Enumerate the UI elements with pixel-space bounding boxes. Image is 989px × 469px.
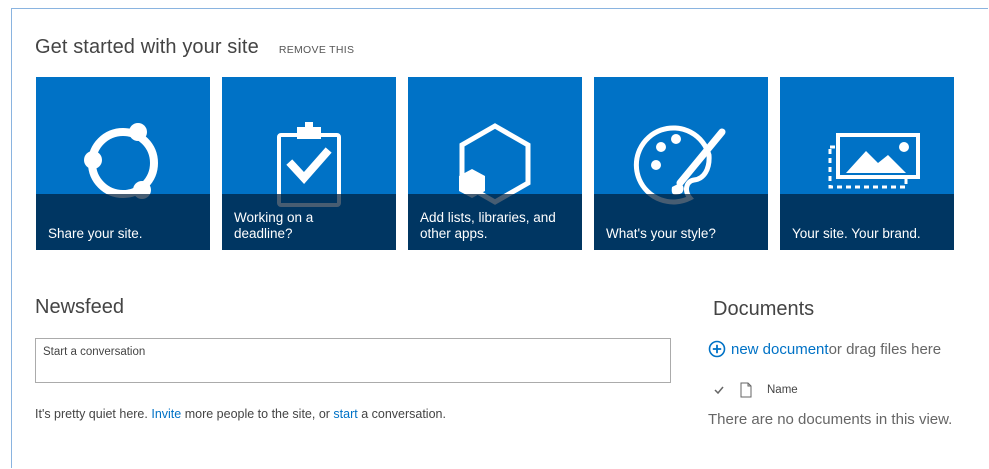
add-circle-icon[interactable] (708, 340, 726, 358)
documents-empty-message: There are no documents in this view. (708, 411, 953, 428)
quiet-text-prefix: It's pretty quiet here. (35, 407, 152, 421)
file-type-icon (740, 382, 752, 398)
start-conversation-placeholder: Start a conversation (43, 346, 146, 358)
newsfeed-quiet-message: It's pretty quiet here. Invite more peop… (35, 407, 446, 421)
tile-caption: Your site. Your brand. (780, 194, 954, 250)
tile-share-caption: Share your site. (48, 226, 143, 241)
documents-title: Documents (713, 298, 815, 320)
start-conversation-input[interactable]: Start a conversation (35, 338, 671, 383)
newsfeed-title: Newsfeed (35, 296, 124, 318)
tile-caption: Share your site. (36, 194, 210, 250)
get-started-header: Get started with your site REMOVE THIS (35, 36, 354, 59)
tile-apps-caption: Add lists, libraries, and other apps. (420, 210, 556, 241)
tile-caption: Add lists, libraries, and other apps. (408, 194, 582, 250)
tile-style[interactable]: What's your style? (594, 77, 768, 250)
new-document-row: new document or drag files here (708, 340, 941, 358)
new-document-link[interactable]: new document (731, 341, 829, 358)
tile-deadline[interactable]: Working on a deadline? (222, 77, 396, 250)
drag-files-text: or drag files here (828, 340, 942, 358)
invite-link[interactable]: Invite (151, 407, 181, 421)
documents-column-header: Name (713, 382, 798, 398)
tile-brand-caption: Your site. Your brand. (792, 226, 921, 241)
column-name-header[interactable]: Name (767, 384, 798, 396)
tile-caption: What's your style? (594, 194, 768, 250)
tile-share-site[interactable]: Share your site. (36, 77, 210, 250)
tile-deadline-caption: Working on a deadline? (234, 210, 314, 241)
quiet-text-suffix: a conversation. (357, 407, 446, 421)
remove-this-link[interactable]: REMOVE THIS (279, 44, 354, 56)
select-all-check-icon[interactable] (713, 384, 725, 396)
start-link[interactable]: start (333, 407, 357, 421)
get-started-title: Get started with your site (35, 36, 259, 58)
quiet-text-middle: more people to the site, or (181, 407, 334, 421)
tile-style-caption: What's your style? (606, 226, 716, 241)
tile-add-apps[interactable]: Add lists, libraries, and other apps. (408, 77, 582, 250)
tile-caption: Working on a deadline? (222, 194, 396, 250)
tile-brand[interactable]: Your site. Your brand. (780, 77, 954, 250)
